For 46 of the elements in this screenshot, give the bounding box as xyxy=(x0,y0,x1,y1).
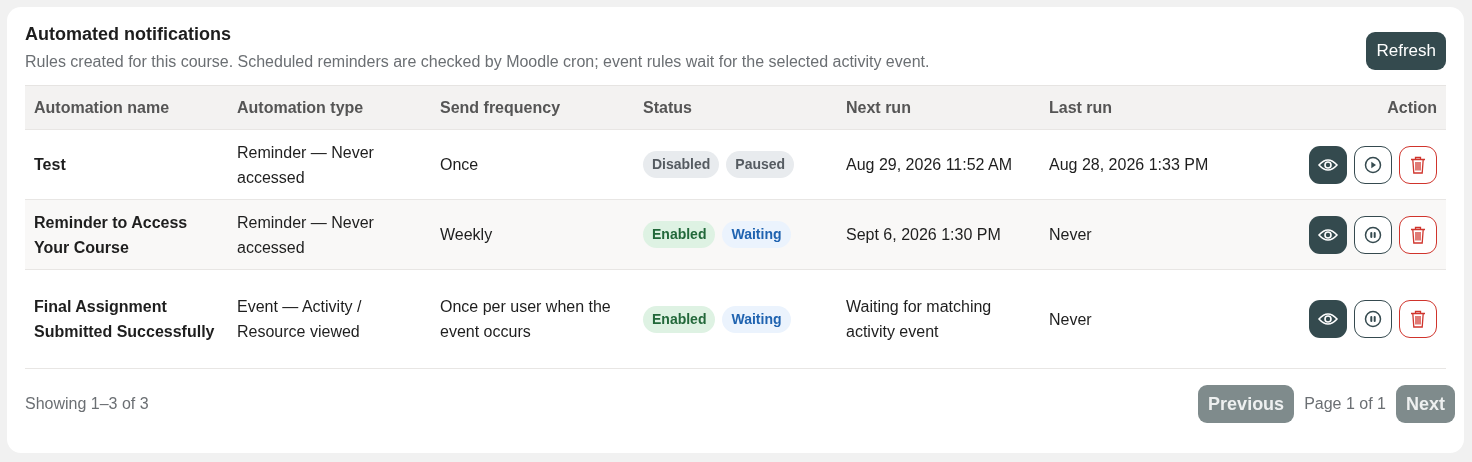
column-header: Next run xyxy=(837,85,1040,130)
delete-button[interactable] xyxy=(1399,145,1437,184)
panel-title: Automated notifications xyxy=(25,24,232,45)
pause-icon xyxy=(1364,310,1382,328)
status-badge: Enabled xyxy=(643,305,716,333)
eye-icon xyxy=(1318,157,1338,172)
pause-button[interactable] xyxy=(1354,215,1392,254)
column-header: Last run xyxy=(1040,85,1243,130)
column-header: Status xyxy=(634,85,837,130)
status-badge: Waiting xyxy=(722,305,791,333)
status-badge: Waiting xyxy=(722,221,791,248)
table-cell: Weekly xyxy=(431,199,634,270)
table-cell: Once per user when the event occurs xyxy=(431,269,634,369)
table-cell: Sept 6, 2026 1:30 PM xyxy=(837,199,1040,270)
trash-icon xyxy=(1410,225,1426,244)
column-header: Automation type xyxy=(228,85,431,130)
eye-icon xyxy=(1318,312,1338,326)
table-cell: Final Assignment Submitted Successfully xyxy=(25,269,228,369)
pause-button[interactable] xyxy=(1354,300,1392,338)
play-button[interactable] xyxy=(1354,145,1392,184)
table-cell: Reminder — Never accessed xyxy=(228,199,431,270)
table-cell: Never xyxy=(1040,269,1243,369)
trash-icon xyxy=(1410,310,1426,328)
pause-icon xyxy=(1364,225,1382,244)
panel-description: Rules created for this course. Scheduled reminders are checked by Moodle cron; event rules wait for the selected activity event. xyxy=(25,53,930,71)
view-button[interactable] xyxy=(1309,215,1347,254)
page-indicator: Page 1 of 1 xyxy=(1304,395,1386,413)
delete-button[interactable] xyxy=(1399,300,1437,338)
eye-icon xyxy=(1318,227,1338,242)
status-badge: Disabled xyxy=(643,151,720,178)
table-cell: Never xyxy=(1040,199,1243,270)
table-cell: Reminder to Access Your Course xyxy=(25,199,228,270)
table-cell: Event — Activity / Resource viewed xyxy=(228,269,431,369)
delete-button[interactable] xyxy=(1399,215,1437,254)
status-badge: Enabled xyxy=(643,221,716,248)
view-button[interactable] xyxy=(1309,300,1347,338)
status-badge: Paused xyxy=(726,151,795,178)
trash-icon xyxy=(1410,155,1426,174)
refresh-button[interactable]: Refresh xyxy=(1366,32,1446,70)
view-button[interactable] xyxy=(1309,145,1347,184)
results-count: Showing 1–3 of 3 xyxy=(25,395,149,413)
column-header: Automation name xyxy=(25,85,228,130)
table-cell: Waiting for matching activity event xyxy=(837,269,1040,369)
play-icon xyxy=(1364,155,1382,174)
column-header: Send frequency xyxy=(431,85,634,130)
column-header: Action xyxy=(1243,85,1446,130)
